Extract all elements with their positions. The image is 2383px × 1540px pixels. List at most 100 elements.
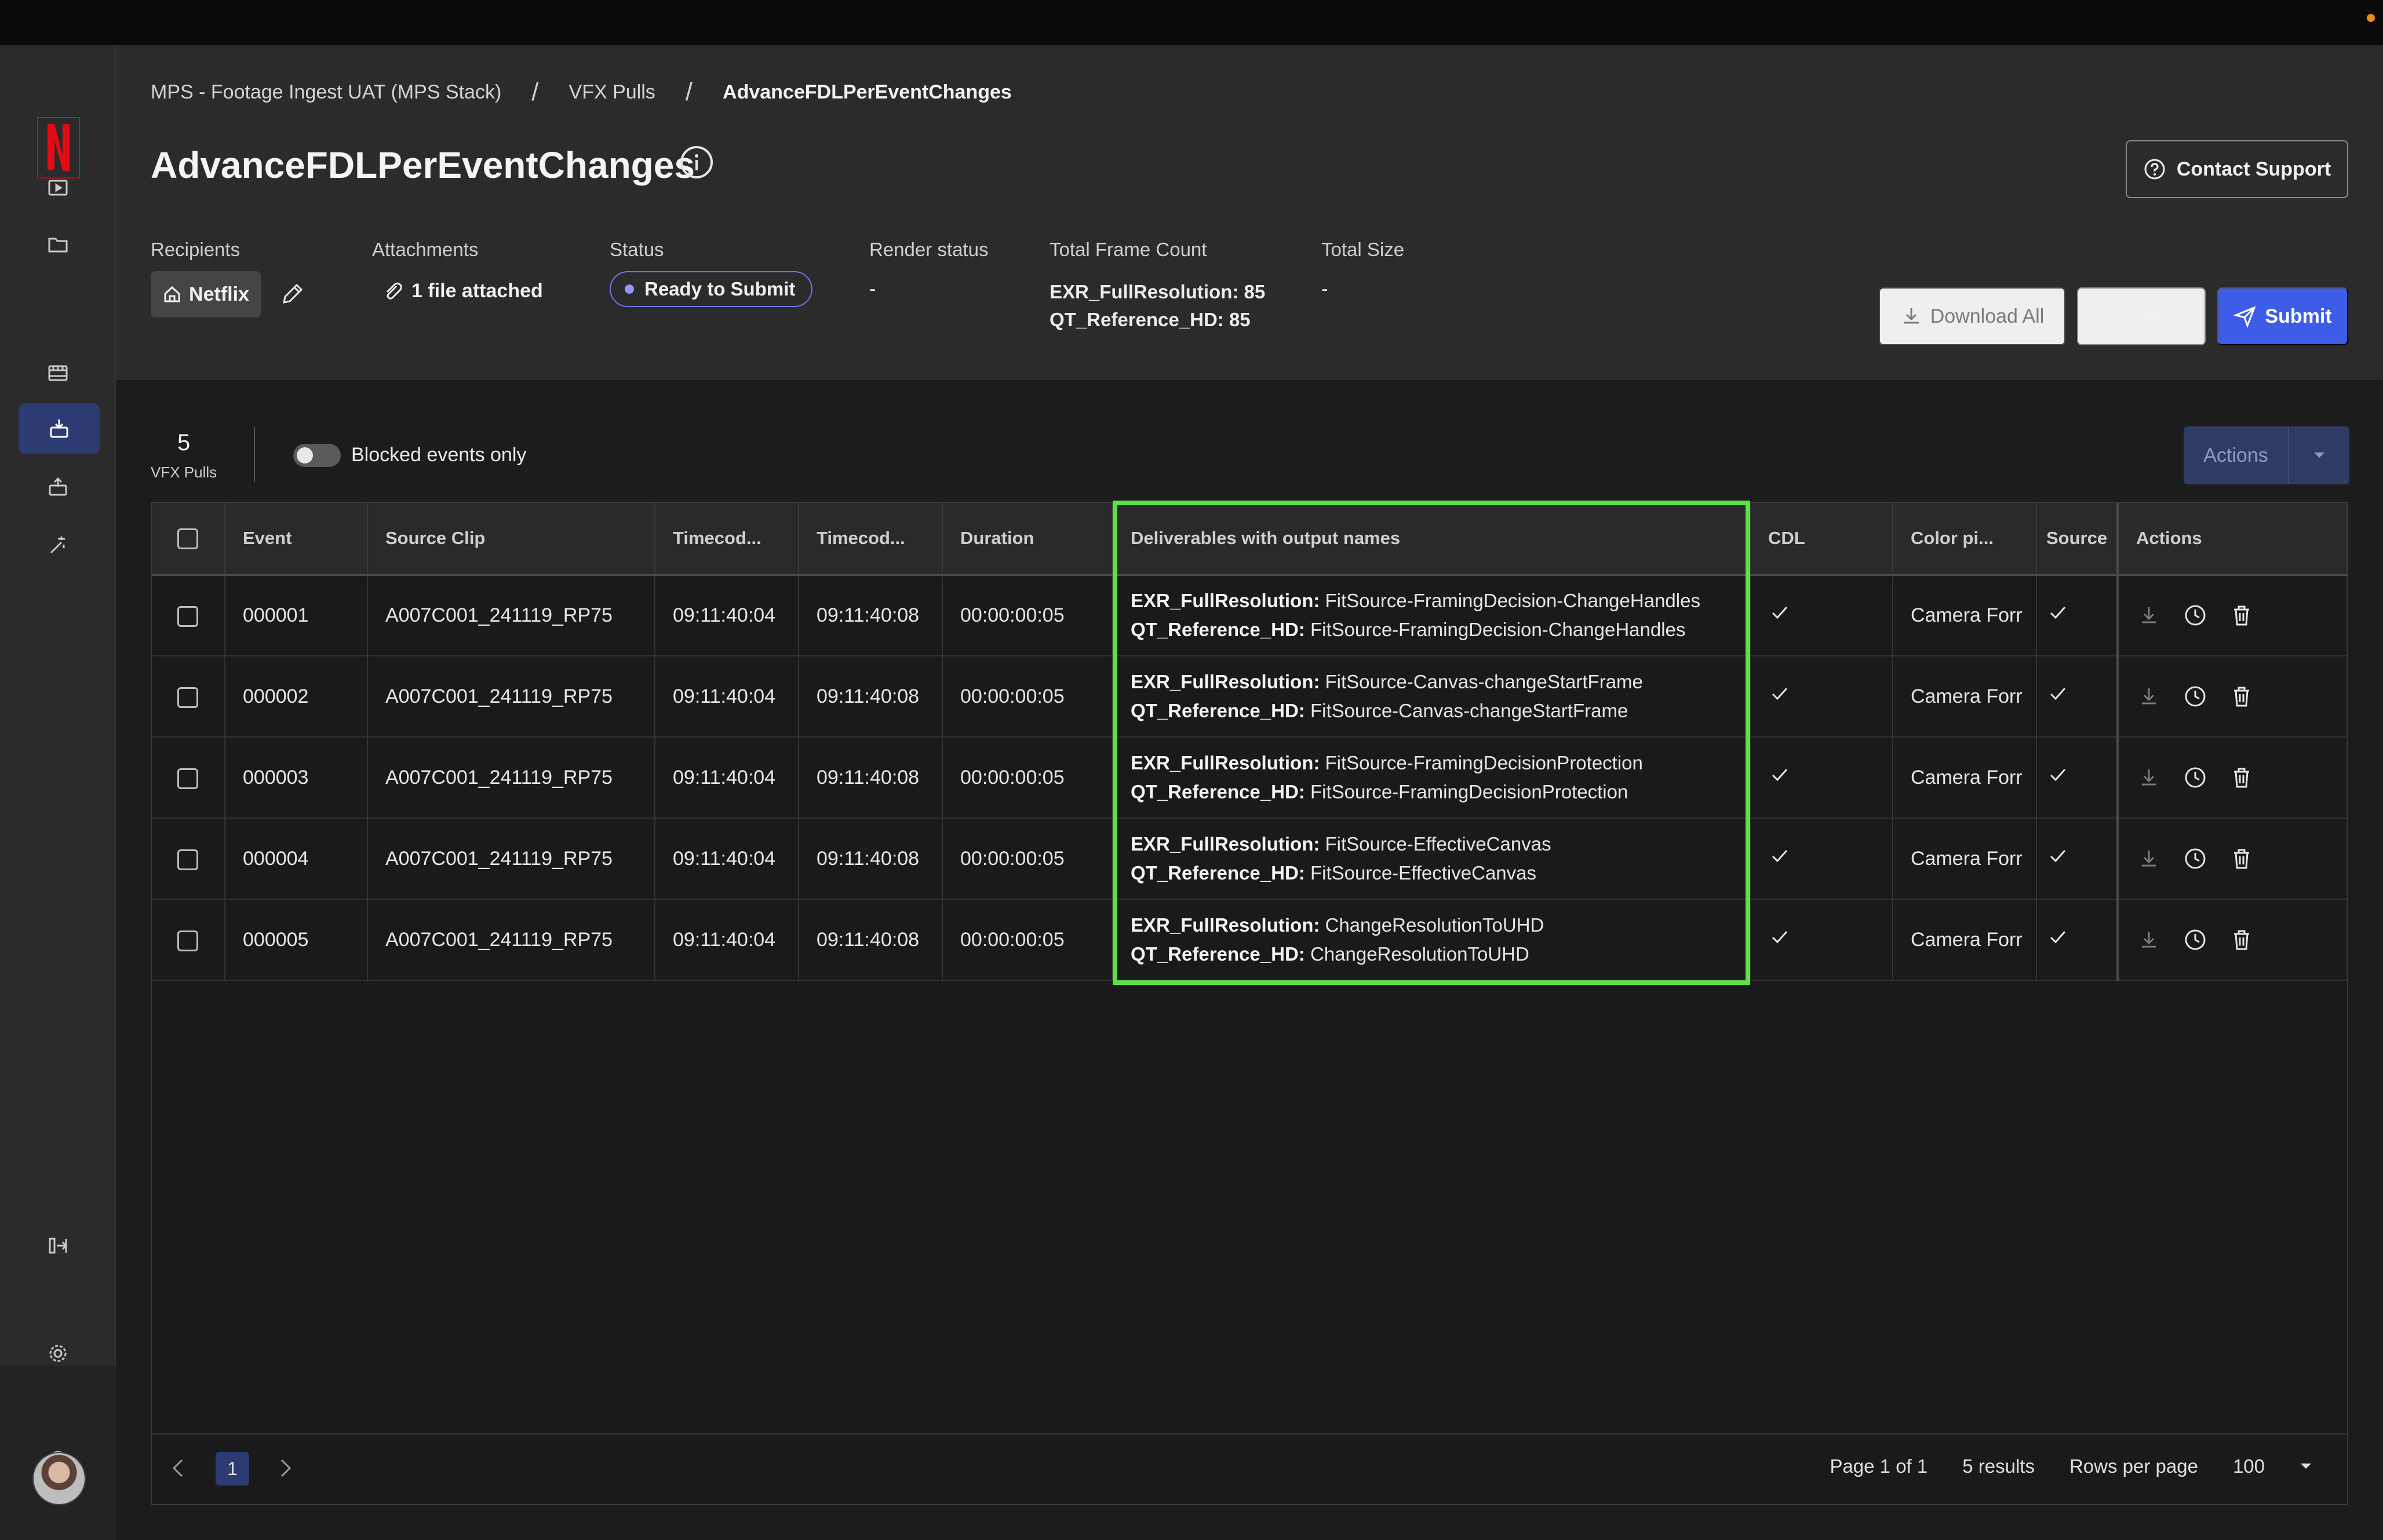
row-checkbox[interactable] bbox=[177, 930, 198, 951]
ingest-icon[interactable] bbox=[19, 403, 100, 454]
collapse-icon[interactable] bbox=[35, 1222, 81, 1269]
table-row[interactable]: 000002 A007C001_241119_RP75 09:11:40:04 09:… bbox=[152, 656, 2348, 738]
download-all-button[interactable]: Download All bbox=[1879, 287, 2065, 345]
attachments-link[interactable]: 1 file attached bbox=[381, 279, 543, 302]
deliverable-qt: QT_Reference_HD: FitSource-Canvas-change… bbox=[1131, 696, 1749, 725]
play-icon[interactable] bbox=[35, 165, 81, 211]
column-header-duration[interactable]: Duration bbox=[942, 503, 1113, 576]
blocked-events-toggle[interactable] bbox=[293, 444, 341, 467]
cancel-button[interactable]: Cancel bbox=[2077, 287, 2206, 345]
vfx-pulls-table: Event Source Clip Timecod... Timecod... … bbox=[151, 502, 2348, 1505]
clock-icon[interactable] bbox=[2182, 846, 2208, 871]
upload-icon[interactable] bbox=[35, 464, 81, 510]
cell-event: 000005 bbox=[225, 899, 368, 981]
select-all-checkbox[interactable] bbox=[177, 528, 198, 550]
deliverable-exr: EXR_FullResolution: FitSource-FramingDec… bbox=[1131, 749, 1749, 778]
trash-icon[interactable] bbox=[2229, 603, 2254, 628]
row-checkbox[interactable] bbox=[177, 687, 198, 708]
row-select-cell bbox=[152, 656, 225, 738]
trash-icon[interactable] bbox=[2229, 846, 2254, 871]
submit-button[interactable]: Submit bbox=[2217, 287, 2348, 345]
info-icon[interactable] bbox=[678, 144, 715, 181]
row-select-cell bbox=[152, 818, 225, 900]
render-status-value: - bbox=[869, 278, 876, 300]
os-title-bar bbox=[0, 0, 2383, 45]
column-header-timecode-in[interactable]: Timecod... bbox=[655, 503, 799, 576]
column-header-source[interactable]: Source bbox=[2036, 503, 2118, 576]
column-header-timecode-out[interactable]: Timecod... bbox=[799, 503, 943, 576]
deliverable-qt: QT_Reference_HD: ChangeResolutionToUHD bbox=[1131, 940, 1749, 969]
contact-support-button[interactable]: Contact Support bbox=[2126, 140, 2348, 198]
avatar[interactable] bbox=[32, 1452, 86, 1505]
breadcrumb-project[interactable]: MPS - Footage Ingest UAT (MPS Stack) bbox=[151, 81, 501, 104]
check-icon bbox=[2050, 687, 2066, 700]
table-row[interactable]: 000004 A007C001_241119_RP75 09:11:40:04 09:… bbox=[152, 818, 2348, 900]
deliverable-qt: QT_Reference_HD: FitSource-FramingDecisi… bbox=[1131, 778, 1749, 807]
breadcrumb-section[interactable]: VFX Pulls bbox=[569, 81, 655, 104]
trash-icon[interactable] bbox=[2229, 684, 2254, 709]
cell-duration: 00:00:00:05 bbox=[942, 656, 1113, 738]
trash-icon[interactable] bbox=[2229, 927, 2254, 953]
download-icon[interactable] bbox=[2136, 765, 2162, 790]
folder-icon[interactable] bbox=[35, 221, 81, 268]
rows-per-page-select[interactable]: 100 bbox=[2233, 1455, 2312, 1477]
submit-label: Submit bbox=[2265, 305, 2332, 327]
cell-deliverables: EXR_FullResolution: FitSource-EffectiveC… bbox=[1113, 818, 1751, 900]
chevron-left-icon[interactable] bbox=[166, 1455, 191, 1481]
deliverable-qt-label: QT_Reference_HD: bbox=[1131, 943, 1305, 965]
cell-deliverables: EXR_FullResolution: FitSource-FramingDec… bbox=[1113, 575, 1751, 656]
deliverable-qt-label: QT_Reference_HD: bbox=[1131, 619, 1305, 641]
column-header-deliverables[interactable]: Deliverables with output names bbox=[1113, 503, 1751, 576]
check-icon bbox=[1772, 606, 1788, 619]
cell-timecode-out: 09:11:40:08 bbox=[799, 899, 943, 981]
column-header-color-pipeline[interactable]: Color pi... bbox=[1893, 503, 2037, 576]
actions-button[interactable]: Actions bbox=[2184, 426, 2289, 484]
table-row[interactable]: 000003 A007C001_241119_RP75 09:11:40:04 09:… bbox=[152, 737, 2348, 819]
column-header-cdl[interactable]: CDL bbox=[1750, 503, 1893, 576]
table-row[interactable]: 000001 A007C001_241119_RP75 09:11:40:04 09:… bbox=[152, 575, 2348, 656]
cell-source-clip: A007C001_241119_RP75 bbox=[367, 656, 655, 738]
clock-icon[interactable] bbox=[2182, 603, 2208, 628]
status-badge: Ready to Submit bbox=[610, 271, 812, 307]
trash-icon[interactable] bbox=[2229, 765, 2254, 790]
magic-wand-icon[interactable] bbox=[35, 521, 81, 568]
pencil-icon[interactable] bbox=[279, 280, 306, 307]
table-row[interactable]: 000005 A007C001_241119_RP75 09:11:40:04 09:… bbox=[152, 899, 2348, 981]
column-header-event[interactable]: Event bbox=[225, 503, 368, 576]
frame-count-label: Total Frame Count bbox=[1050, 239, 1207, 260]
download-icon[interactable] bbox=[2136, 684, 2162, 709]
clock-icon[interactable] bbox=[2182, 765, 2208, 790]
deliverable-exr-value: FitSource-FramingDecisionProtection bbox=[1325, 752, 1643, 773]
status-dot bbox=[625, 284, 634, 294]
page-number-button[interactable]: 1 bbox=[216, 1452, 249, 1486]
caret-down-icon bbox=[2301, 1464, 2311, 1469]
cell-deliverables: EXR_FullResolution: ChangeResolutionToUH… bbox=[1113, 899, 1751, 981]
deliverable-qt-value: FitSource-FramingDecision-ChangeHandles bbox=[1310, 619, 1686, 641]
download-icon[interactable] bbox=[2136, 846, 2162, 871]
recipient-chip[interactable]: Netflix bbox=[151, 271, 261, 318]
download-icon[interactable] bbox=[2136, 603, 2162, 628]
clock-icon[interactable] bbox=[2182, 684, 2208, 709]
cell-actions bbox=[2116, 899, 2348, 981]
check-icon bbox=[2050, 930, 2066, 943]
row-checkbox[interactable] bbox=[177, 768, 198, 789]
clock-icon[interactable] bbox=[2182, 927, 2208, 953]
cell-cdl bbox=[1750, 818, 1893, 900]
row-checkbox[interactable] bbox=[177, 849, 198, 870]
table-header-row: Event Source Clip Timecod... Timecod... … bbox=[152, 503, 2348, 576]
results-count: 5 results bbox=[1962, 1455, 2035, 1477]
film-icon[interactable] bbox=[35, 350, 81, 396]
column-header-source-clip[interactable]: Source Clip bbox=[367, 503, 655, 576]
actions-dropdown-button[interactable] bbox=[2289, 426, 2349, 484]
cell-timecode-in: 09:11:40:04 bbox=[655, 818, 799, 900]
row-checkbox[interactable] bbox=[177, 605, 198, 627]
cell-source bbox=[2036, 575, 2118, 656]
x-circle-icon bbox=[2094, 306, 2115, 327]
pagination-info: Page 1 of 1 5 results Rows per page 100 bbox=[1830, 1455, 2312, 1477]
cell-color-pipeline: Camera Forr bbox=[1893, 656, 2037, 738]
select-all-cell bbox=[152, 503, 225, 576]
pulls-count-label: VFX Pulls bbox=[151, 464, 217, 481]
deliverable-qt-label: QT_Reference_HD: bbox=[1131, 700, 1305, 721]
download-icon[interactable] bbox=[2136, 927, 2162, 953]
chevron-right-icon[interactable] bbox=[272, 1455, 298, 1481]
